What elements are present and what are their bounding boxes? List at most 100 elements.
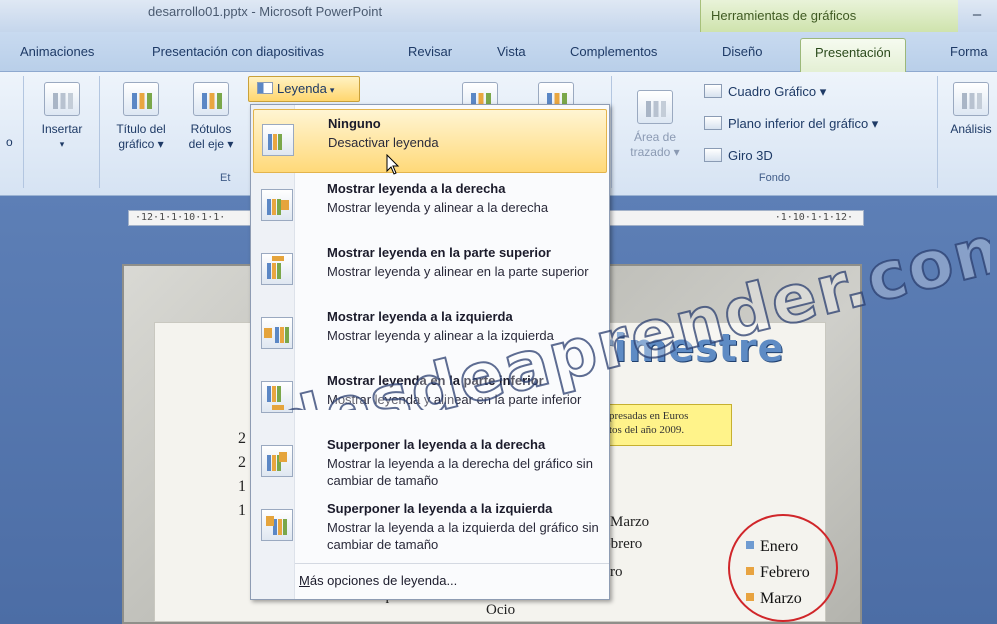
axis-number: 2 [238,454,246,471]
legend-icon [257,82,273,94]
ribbon-group-background: Área de trazado ▾ Cuadro Gráfico ▾ Plano… [612,76,938,188]
more-legend-options[interactable]: Más opciones de leyenda... [299,573,457,588]
rotation-3d-icon [704,148,722,162]
analysis-button[interactable]: Análisis [946,82,996,137]
menu-item-desc: Mostrar leyenda y alinear a la izquierda [327,328,554,343]
menu-item-desc: Mostrar la leyenda a la izquierda del gr… [327,520,599,552]
minimize-button[interactable]: – [962,4,992,26]
title-bar: desarrollo01.pptx - Microsoft PowerPoint… [0,0,997,32]
ribbon-group-insert: Insertar ▾ [24,76,100,188]
note-box: presadas en Euros tos del año 2009. [602,404,732,446]
legend-top-icon [261,253,293,285]
rotation-3d-label: Giro 3D [728,148,773,163]
category-label: ro [610,564,623,580]
legend-right-icon [261,189,293,221]
more-options-label: ás opciones de leyenda... [309,573,458,588]
menu-item-desc: Mostrar leyenda y alinear a la derecha [327,200,549,215]
menu-item-ninguno[interactable]: Ninguno Desactivar leyenda [253,109,607,173]
legend-overlay-left-icon [261,509,293,541]
menu-item-overlay-left[interactable]: Superponer la leyenda a la izquierda Mos… [253,495,607,559]
insert-button[interactable]: Insertar ▾ [34,82,90,152]
menu-item-desc: Mostrar leyenda y alinear en la parte in… [327,392,582,407]
plot-area-icon [637,90,673,124]
analysis-label: Análisis [950,122,992,136]
menu-item-desc: Mostrar leyenda y alinear en la parte su… [327,264,589,279]
axis-number: 1 [238,502,246,519]
chart-wall-label: Cuadro Gráfico ▾ [728,84,827,99]
legend-none-icon [262,124,294,156]
note-line-2: tos del año 2009. [609,424,685,436]
note-line-1: presadas en Euros [609,410,689,422]
axis-titles-button[interactable]: Rótulos del eje ▾ [180,82,242,152]
more-options-accel: M [299,573,310,588]
tab-presentacion-diapositivas[interactable]: Presentación con diapositivas [152,44,324,59]
chart-title-label-1: Título del [116,122,166,136]
ruler-left: ·12·1·1·10·1·1· [135,212,226,223]
rotation-3d-button[interactable]: Giro 3D [704,146,773,166]
chart-title-label-2: gráfico ▾ [118,137,164,151]
chart-tools-label: Herramientas de gráficos [711,8,857,23]
tab-formato[interactable]: Forma [950,44,988,59]
category-label: Marzo [610,514,650,530]
plot-area-label-1: Área de [633,130,677,144]
menu-item-legend-top[interactable]: Mostrar leyenda en la parte superior Mos… [253,239,607,303]
tab-presentacion[interactable]: Presentación [800,38,906,73]
legend-button-label: Leyenda [277,81,327,96]
legend-bottom-icon [261,381,293,413]
ribbon-group-analysis: Análisis [938,76,997,188]
chart-wall-button[interactable]: Cuadro Gráfico ▾ [704,82,826,102]
mouse-cursor-icon [386,154,400,175]
axis-titles-icon [193,82,229,116]
menu-item-title: Superponer la leyenda a la izquierda [327,501,553,516]
labels-group-label: Et [220,172,231,184]
chart-wall-icon [704,84,722,98]
menu-item-desc: Desactivar leyenda [328,135,439,150]
chart-floor-icon [704,116,722,130]
window-title: desarrollo01.pptx - Microsoft PowerPoint [148,4,383,19]
axis-titles-label-1: Rótulos [190,122,232,136]
menu-item-title: Mostrar leyenda a la izquierda [327,309,513,324]
analysis-icon [953,82,989,116]
legend-left-icon [261,317,293,349]
axis-number: 1 [238,478,246,495]
chart-tools-context-group: Herramientas de gráficos [700,0,958,32]
tab-revisar[interactable]: Revisar [408,44,452,59]
plot-area-button[interactable]: Área de trazado ▾ [620,90,690,160]
ruler-right: ·1·10·1·1·12· [774,212,853,223]
chart-floor-button[interactable]: Plano inferior del gráfico ▾ [704,114,878,134]
axis-number: 2 [238,430,246,447]
menu-item-title: Mostrar leyenda en la parte superior [327,245,551,260]
chart-title-button[interactable]: Título del gráfico ▾ [106,82,176,152]
menu-item-title: Mostrar leyenda en la parte inferior [327,373,544,388]
menu-item-desc: Mostrar la leyenda a la derecha del gráf… [327,456,593,488]
tab-complementos[interactable]: Complementos [570,44,657,59]
menu-item-overlay-right[interactable]: Superponer la leyenda a la derecha Mostr… [253,431,607,495]
menu-item-title: Ninguno [328,116,381,131]
insert-icon [44,82,80,116]
plot-area-label-2: trazado ▾ [630,145,680,159]
menu-item-legend-right[interactable]: Mostrar leyenda a la derecha Mostrar ley… [253,175,607,239]
tab-diseno[interactable]: Diseño [722,44,762,59]
left-fragment: o [6,135,13,149]
slide-title: rimestre [594,326,785,370]
menu-separator [295,563,609,564]
chart-title-icon [123,82,159,116]
insert-label: Insertar [41,122,83,136]
menu-item-legend-bottom[interactable]: Mostrar leyenda en la parte inferior Mos… [253,367,607,431]
legend-dropdown-button[interactable]: Leyenda ▾ [248,76,360,102]
menu-item-legend-left[interactable]: Mostrar leyenda a la izquierda Mostrar l… [253,303,607,367]
chevron-down-icon: ▾ [329,85,335,95]
legend-dropdown-menu: Ninguno Desactivar leyenda Mostrar leyen… [250,104,610,600]
red-highlight-circle [728,514,838,622]
tab-vista[interactable]: Vista [497,44,526,59]
ribbon-tab-bar: Animaciones Presentación con diapositiva… [0,32,997,73]
menu-item-title: Mostrar leyenda a la derecha [327,181,506,196]
ribbon-group-left: o [0,76,24,188]
legend-overlay-right-icon [261,445,293,477]
axis-titles-label-2: del eje ▾ [188,137,234,151]
background-group-label: Fondo [758,172,791,184]
chart-floor-label: Plano inferior del gráfico ▾ [728,116,879,131]
menu-item-title: Superponer la leyenda a la derecha [327,437,546,452]
tab-animaciones[interactable]: Animaciones [20,44,94,59]
category-label: Ocio [486,602,516,618]
